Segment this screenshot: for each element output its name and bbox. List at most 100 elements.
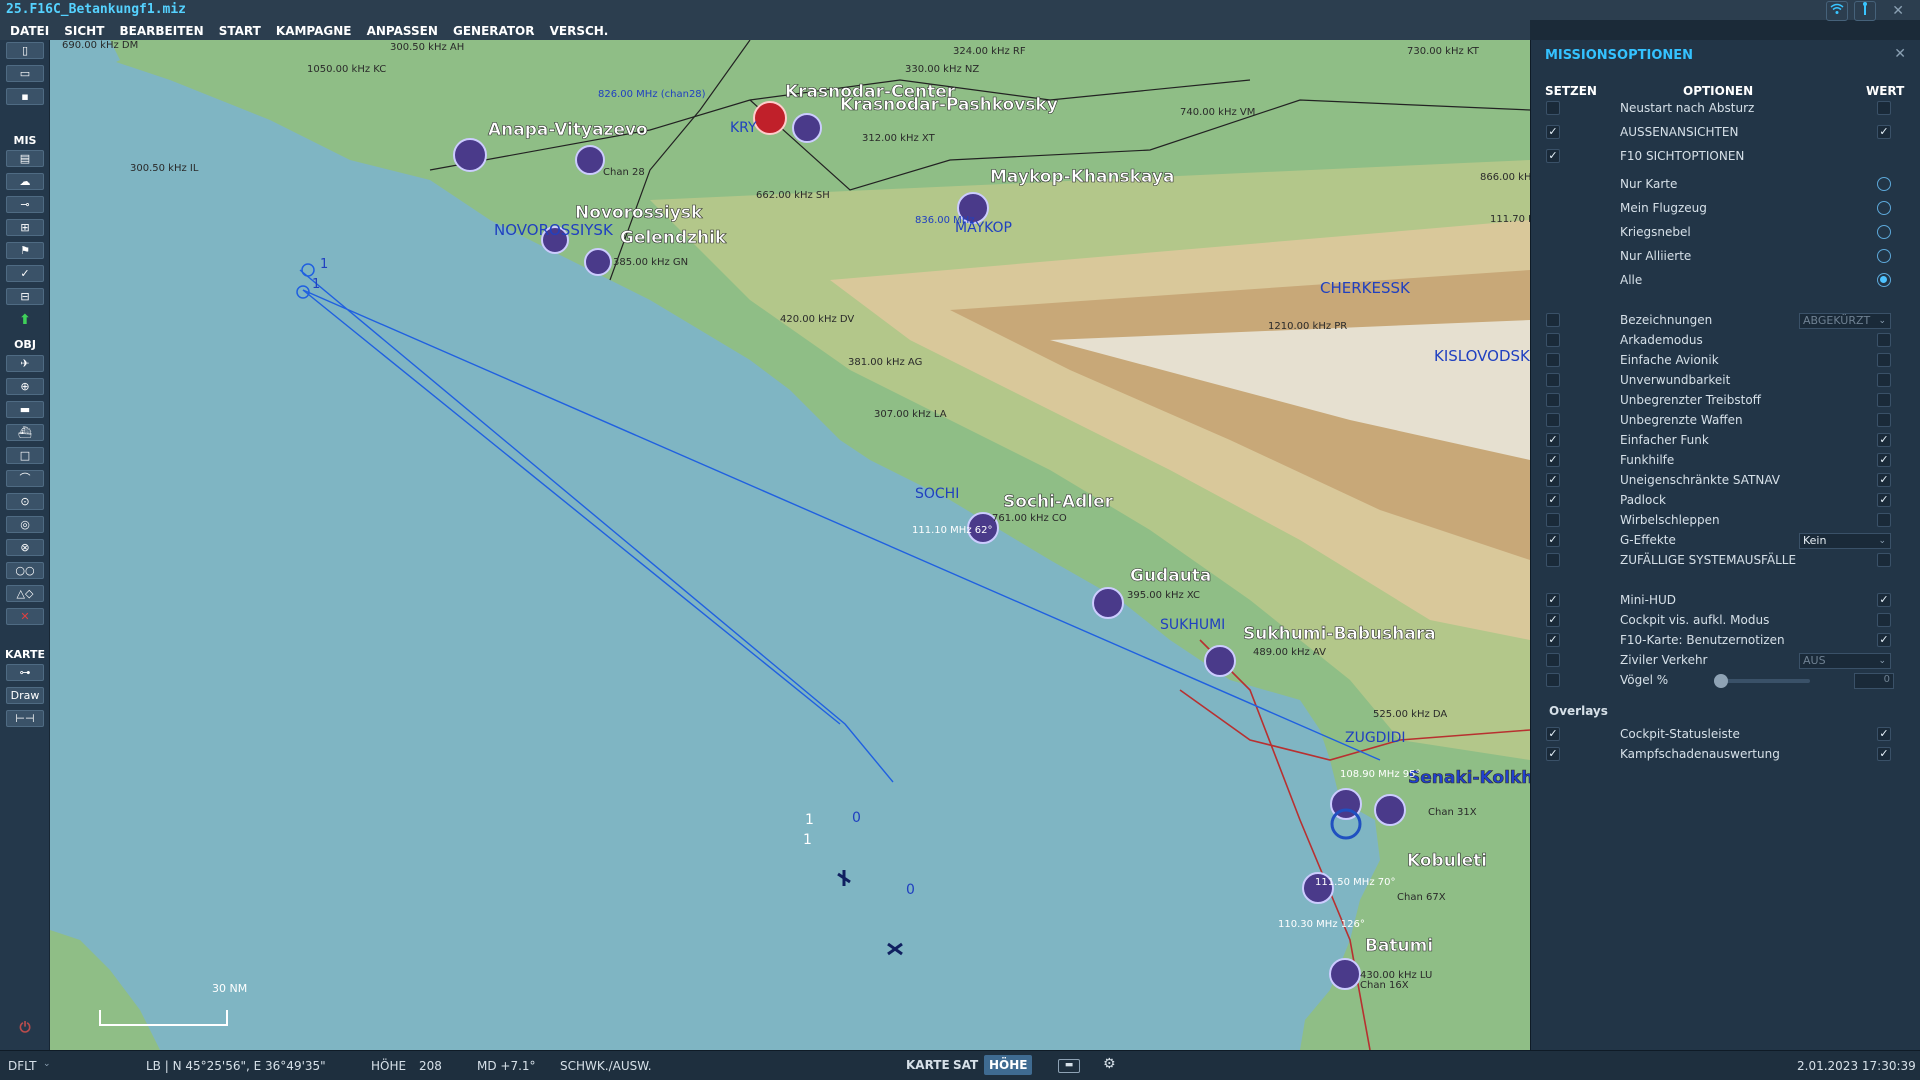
bridge-icon[interactable]: ⌒ [6,470,44,487]
zone-icon[interactable]: ⊙ [6,493,44,510]
profile-select[interactable]: DFLT [8,1059,37,1073]
static-object-icon[interactable]: □ [6,447,44,464]
toggle-button[interactable]: SCHWK./AUSW. [560,1059,652,1073]
set-checkbox[interactable] [1546,101,1560,115]
airbase-icon[interactable] [453,138,487,172]
value-checkbox[interactable] [1877,373,1891,387]
value-checkbox[interactable]: ✓ [1877,493,1891,507]
trigger-icon[interactable]: ⊞ [6,219,44,236]
menu-bearbeiten[interactable]: BEARBEITEN [120,24,204,38]
chevron-down-icon[interactable]: ⌄ [43,1059,51,1069]
airbase-icon[interactable] [1092,587,1124,619]
set-checkbox[interactable]: ✓ [1546,533,1560,547]
set-checkbox[interactable]: ✓ [1546,453,1560,467]
menu-anpassen[interactable]: ANPASSEN [367,24,438,38]
radio-button[interactable] [1877,177,1891,191]
value-checkbox[interactable]: ✓ [1877,125,1891,139]
radio-button[interactable] [1877,273,1891,287]
check-icon[interactable]: ✓ [6,265,44,282]
airbase-icon[interactable] [584,248,612,276]
open-folder-icon[interactable]: ▭ [6,65,44,82]
map-mode-karte[interactable]: KARTE [901,1055,955,1075]
save-icon[interactable]: ▪ [6,88,44,105]
map-view[interactable]: 1 1 1 1 0 0 Anapa-Vityazevo Novorossiysk… [50,40,1530,1050]
slider-track[interactable] [1714,679,1810,683]
group-icon[interactable]: ○○ [6,562,44,579]
slider-value[interactable]: 0 [1854,673,1894,689]
flag-icon[interactable]: ⚑ [6,242,44,259]
airbase-icon[interactable] [1204,645,1236,677]
power-icon[interactable]: ⏻ [0,1020,50,1036]
weather-icon[interactable]: ☁ [6,173,44,190]
value-select[interactable]: Kein ⌄ [1799,533,1891,549]
set-checkbox[interactable] [1546,353,1560,367]
nav-point-icon[interactable]: ⊗ [6,539,44,556]
set-checkbox[interactable]: ✓ [1546,633,1560,647]
shapes-icon[interactable]: △◇ [6,585,44,602]
set-checkbox[interactable] [1546,313,1560,327]
set-checkbox[interactable] [1546,673,1560,687]
radio-button[interactable] [1877,225,1891,239]
menu-datei[interactable]: DATEI [10,24,49,38]
failure-icon[interactable]: ⊟ [6,288,44,305]
set-checkbox[interactable] [1546,553,1560,567]
airplane-icon[interactable]: ✈ [6,355,44,372]
set-checkbox[interactable]: ✓ [1546,433,1560,447]
menu-generator[interactable]: GENERATOR [453,24,535,38]
set-checkbox[interactable]: ✓ [1546,727,1560,741]
value-checkbox[interactable] [1877,393,1891,407]
airbase-icon[interactable] [1329,958,1361,990]
up-arrow-icon[interactable]: ⬆ [0,312,50,328]
ruler-icon[interactable]: ⊢⊣ [6,710,44,727]
value-checkbox[interactable]: ✓ [1877,473,1891,487]
set-checkbox[interactable] [1546,653,1560,667]
value-checkbox[interactable]: ✓ [1877,453,1891,467]
menu-versch[interactable]: VERSCH. [550,24,609,38]
set-checkbox[interactable] [1546,513,1560,527]
value-checkbox[interactable]: ✓ [1877,593,1891,607]
set-checkbox[interactable]: ✓ [1546,613,1560,627]
ship-icon[interactable]: ⛴ [6,424,44,441]
set-checkbox[interactable]: ✓ [1546,149,1560,163]
value-checkbox[interactable] [1877,101,1891,115]
settings-icon[interactable]: ⚙ [1103,1056,1116,1072]
menu-sicht[interactable]: SICHT [64,24,104,38]
airbase-icon[interactable] [753,101,787,135]
key-icon[interactable]: ⊶ [6,664,44,681]
map-canvas[interactable]: 1 1 1 1 0 0 Anapa-Vityazevo Novorossiysk… [50,40,1530,1050]
screen-icon[interactable]: ▬ [1058,1059,1080,1073]
ground-unit-icon[interactable]: ▬ [6,401,44,418]
slider-thumb[interactable] [1714,674,1728,688]
close-icon[interactable]: ✕ [1892,3,1904,19]
set-checkbox[interactable] [1546,373,1560,387]
route-icon[interactable]: ⊸ [6,196,44,213]
value-checkbox[interactable] [1877,353,1891,367]
radio-button[interactable] [1877,201,1891,215]
map-mode-sat[interactable]: SAT [948,1055,983,1075]
wifi-icon[interactable] [1826,1,1848,21]
airbase-icon[interactable] [792,113,822,143]
value-checkbox[interactable] [1877,513,1891,527]
mission-briefing-icon[interactable]: ▤ [6,150,44,167]
close-icon[interactable]: ✕ [1894,46,1906,62]
set-checkbox[interactable] [1546,413,1560,427]
new-file-icon[interactable]: ▯ [6,42,44,59]
set-checkbox[interactable] [1546,333,1560,347]
value-checkbox[interactable] [1877,613,1891,627]
delete-icon[interactable]: ✕ [6,608,44,625]
value-checkbox[interactable]: ✓ [1877,727,1891,741]
set-checkbox[interactable]: ✓ [1546,473,1560,487]
set-checkbox[interactable]: ✓ [1546,125,1560,139]
airbase-icon[interactable] [575,145,605,175]
set-checkbox[interactable]: ✓ [1546,747,1560,761]
menu-kampagne[interactable]: KAMPAGNE [276,24,352,38]
map-mode-hoehe[interactable]: HÖHE [984,1055,1033,1075]
set-checkbox[interactable] [1546,393,1560,407]
set-checkbox[interactable]: ✓ [1546,493,1560,507]
value-checkbox[interactable] [1877,553,1891,567]
draw-button[interactable]: Draw [6,687,44,704]
helicopter-icon[interactable]: ⊕ [6,378,44,395]
value-checkbox[interactable]: ✓ [1877,747,1891,761]
set-checkbox[interactable]: ✓ [1546,593,1560,607]
radio-button[interactable] [1877,249,1891,263]
